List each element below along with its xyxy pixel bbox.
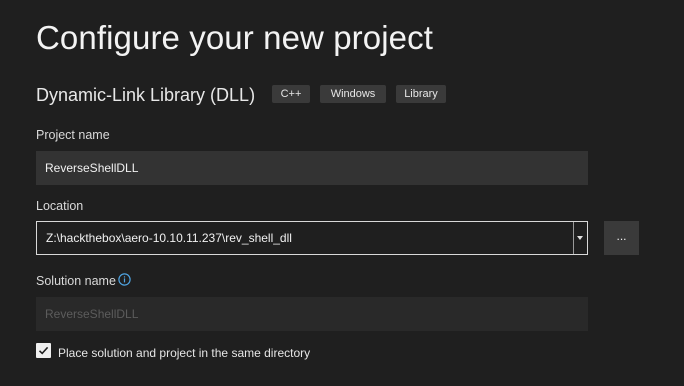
browse-button[interactable]: ... — [604, 221, 639, 255]
project-name-input[interactable]: ReverseShellDLL — [36, 151, 588, 185]
template-name: Dynamic-Link Library (DLL) — [36, 85, 256, 105]
solution-name-label: Solution name — [36, 274, 116, 288]
info-circle-icon[interactable] — [118, 273, 131, 286]
location-label: Location — [36, 199, 84, 213]
chevron-down-icon — [577, 236, 583, 240]
location-combobox[interactable]: Z:\hackthebox\aero-10.10.11.237\rev_shel… — [36, 221, 588, 255]
location-input[interactable]: Z:\hackthebox\aero-10.10.11.237\rev_shel… — [46, 222, 292, 254]
tag-cpp: C++ — [272, 85, 310, 103]
tag-windows: Windows — [320, 85, 386, 103]
tag-library: Library — [396, 85, 446, 103]
location-dropdown-button[interactable] — [573, 222, 587, 254]
page-title: Configure your new project — [36, 19, 433, 56]
project-name-label: Project name — [36, 128, 110, 142]
solution-name-input: ReverseShellDLL — [36, 297, 588, 331]
checkmark-icon — [38, 346, 49, 355]
same-directory-label[interactable]: Place solution and project in the same d… — [58, 345, 310, 361]
same-directory-checkbox[interactable] — [36, 343, 51, 358]
